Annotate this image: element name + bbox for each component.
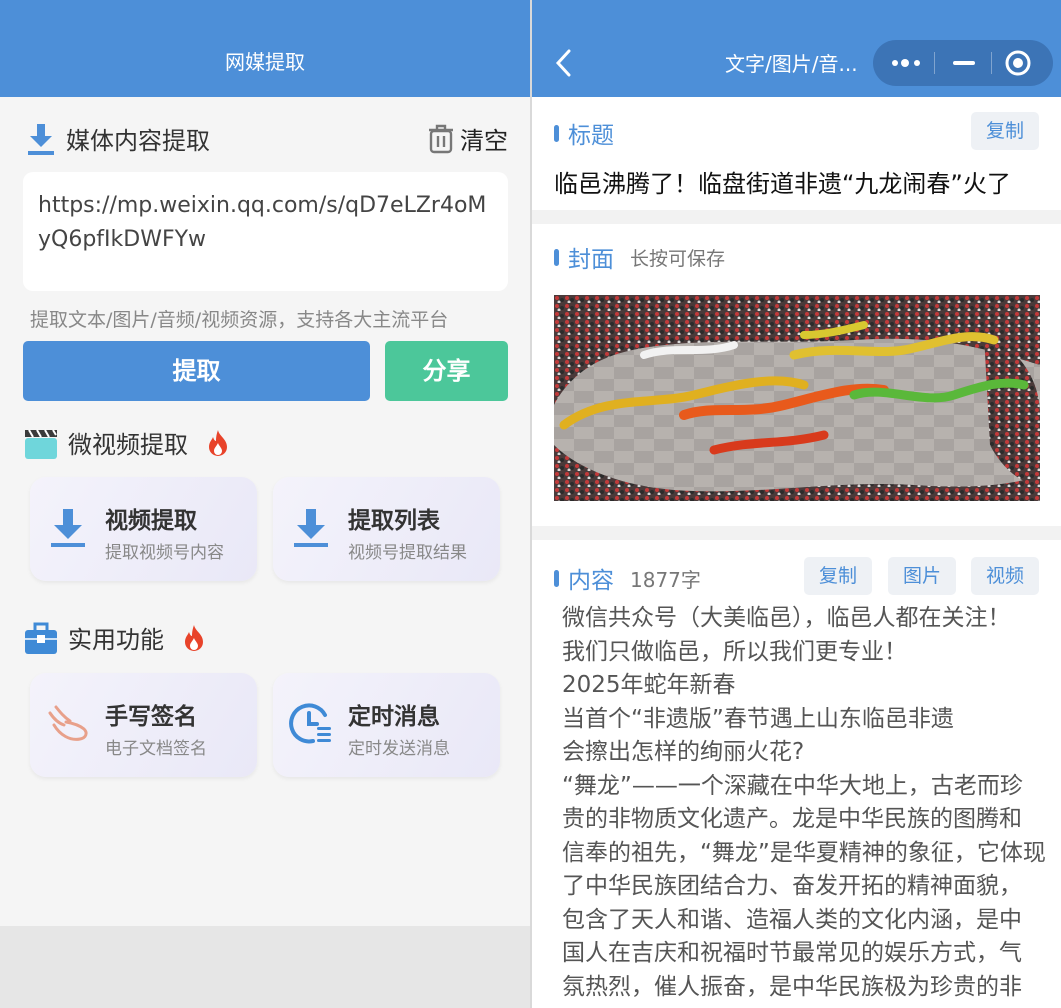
scheduled-message-card[interactable]: 定时消息 定时发送消息 bbox=[273, 673, 500, 777]
url-text-line2: yQ6pfIkDWFYw bbox=[38, 227, 207, 252]
content-line: 微信共众号（大美临邑），临邑人都在关注！ bbox=[562, 605, 1011, 631]
cover-label-text: 封面 bbox=[568, 247, 614, 273]
bottom-area bbox=[0, 926, 530, 1008]
url-input[interactable]: https://mp.weixin.qq.com/s/qD7eLZr4oM yQ… bbox=[23, 172, 508, 291]
content-line: 国人在吉庆和祝福时节最常见的娱乐方式，气 bbox=[562, 940, 1022, 966]
videos-button[interactable]: 视频 bbox=[971, 557, 1039, 595]
video-section-header: 微视频提取 bbox=[24, 425, 230, 460]
content-label-text: 内容 bbox=[568, 568, 614, 594]
section-gap bbox=[532, 210, 1061, 224]
card-subtitle: 视频号提取结果 bbox=[348, 543, 467, 563]
toolbox-icon bbox=[25, 622, 57, 654]
trash-icon bbox=[429, 124, 453, 153]
right-screen: 文字/图片/音... 标题 复制 临邑沸腾了！临盘街道非遗“九龙闹春”火了 封面… bbox=[532, 0, 1061, 1008]
copy-content-button[interactable]: 复制 bbox=[804, 557, 872, 595]
cover-image[interactable] bbox=[554, 295, 1040, 501]
clear-label: 清空 bbox=[460, 127, 508, 155]
copy-title-button[interactable]: 复制 bbox=[971, 112, 1039, 150]
content-label: 内容 1877字 bbox=[554, 561, 701, 595]
clapperboard-icon bbox=[25, 428, 57, 459]
content-line: 信奉的祖先，“舞龙”是华夏精神的象征，它体现 bbox=[562, 839, 1046, 866]
content-line: “舞龙”——一个深藏在中华大地上，古老而珍 bbox=[562, 772, 1023, 799]
clock-list-icon bbox=[289, 703, 331, 744]
content-line: 贵的非物质文化遗产。龙是中华民族的图腾和 bbox=[562, 806, 1022, 832]
extract-button[interactable]: 提取 bbox=[23, 341, 370, 401]
card-subtitle: 电子文档签名 bbox=[105, 739, 207, 759]
card-title: 定时消息 bbox=[348, 704, 440, 730]
tools-section-header: 实用功能 bbox=[24, 620, 206, 655]
content-line: 氛热烈，催人振奋，是中华民族极为珍贵的非 bbox=[562, 973, 1022, 1000]
card-subtitle: 定时发送消息 bbox=[348, 739, 450, 759]
content-line: 我们只做临邑，所以我们更专业！ bbox=[562, 638, 907, 665]
media-section-header: 媒体内容提取 bbox=[26, 121, 210, 156]
url-text-line1: https://mp.weixin.qq.com/s/qD7eLZr4oM bbox=[38, 193, 487, 218]
signature-card[interactable]: 手写签名 电子文档签名 bbox=[30, 673, 257, 777]
video-extract-card[interactable]: 视频提取 提取视频号内容 bbox=[30, 477, 257, 581]
card-subtitle: 提取视频号内容 bbox=[105, 543, 224, 563]
cover-label: 封面 长按可保存 bbox=[554, 240, 725, 274]
card-title: 提取列表 bbox=[348, 508, 440, 534]
left-header: 网媒提取 bbox=[0, 0, 530, 97]
media-section-title: 媒体内容提取 bbox=[66, 127, 210, 155]
share-button[interactable]: 分享 bbox=[385, 341, 508, 401]
card-title: 视频提取 bbox=[105, 508, 197, 534]
content-count: 1877字 bbox=[630, 567, 701, 592]
section-gap bbox=[532, 526, 1061, 540]
dragon-dance-photo bbox=[554, 295, 1040, 501]
page-title: 网媒提取 bbox=[225, 50, 305, 74]
capsule-menu bbox=[873, 40, 1053, 86]
extract-list-card[interactable]: 提取列表 视频号提取结果 bbox=[273, 477, 500, 581]
video-section-title: 微视频提取 bbox=[68, 431, 188, 459]
content-line: 2025年蛇年新春 bbox=[562, 672, 736, 698]
page-title: 文字/图片/音... bbox=[725, 52, 858, 76]
images-button[interactable]: 图片 bbox=[888, 557, 956, 595]
clear-button[interactable]: 清空 bbox=[428, 121, 508, 156]
hint-text: 提取文本/图片/音频/视频资源，支持各大主流平台 bbox=[30, 309, 449, 331]
download-icon bbox=[294, 509, 328, 547]
title-label: 标题 bbox=[554, 116, 614, 150]
more-dots-icon[interactable] bbox=[891, 56, 923, 70]
fire-icon bbox=[209, 429, 227, 456]
signature-hand-icon bbox=[48, 705, 88, 741]
content-line: 会擦出怎样的绚丽火花? bbox=[562, 739, 805, 765]
content-text: 微信共众号（大美临邑），临邑人都在关注！ 我们只做临邑，所以我们更专业！ 202… bbox=[562, 602, 1046, 1004]
content-line: 包含了天人和谐、造福人类的文化内涵，是中 bbox=[562, 906, 1022, 933]
back-arrow-icon[interactable] bbox=[554, 49, 574, 77]
download-icon bbox=[28, 123, 54, 155]
download-icon bbox=[51, 509, 85, 547]
article-title: 临邑沸腾了！临盘街道非遗“九龙闹春”火了 bbox=[554, 170, 1011, 198]
close-target-icon[interactable] bbox=[1005, 50, 1031, 76]
minimize-icon[interactable] bbox=[953, 61, 975, 65]
right-header: 文字/图片/音... bbox=[532, 0, 1061, 97]
left-screen: 网媒提取 媒体内容提取 清空 https://mp.weixin.qq.com/… bbox=[0, 0, 530, 1008]
tools-section-title: 实用功能 bbox=[68, 626, 164, 654]
fire-icon bbox=[185, 624, 203, 651]
title-label-text: 标题 bbox=[568, 123, 614, 149]
content-line: 了中华民族团结合力、奋发开拓的精神面貌， bbox=[562, 873, 1022, 899]
card-title: 手写签名 bbox=[105, 704, 197, 730]
cover-hint: 长按可保存 bbox=[630, 247, 726, 270]
content-line: 当首个“非遗版”春节遇上山东临邑非遗 bbox=[562, 705, 954, 732]
